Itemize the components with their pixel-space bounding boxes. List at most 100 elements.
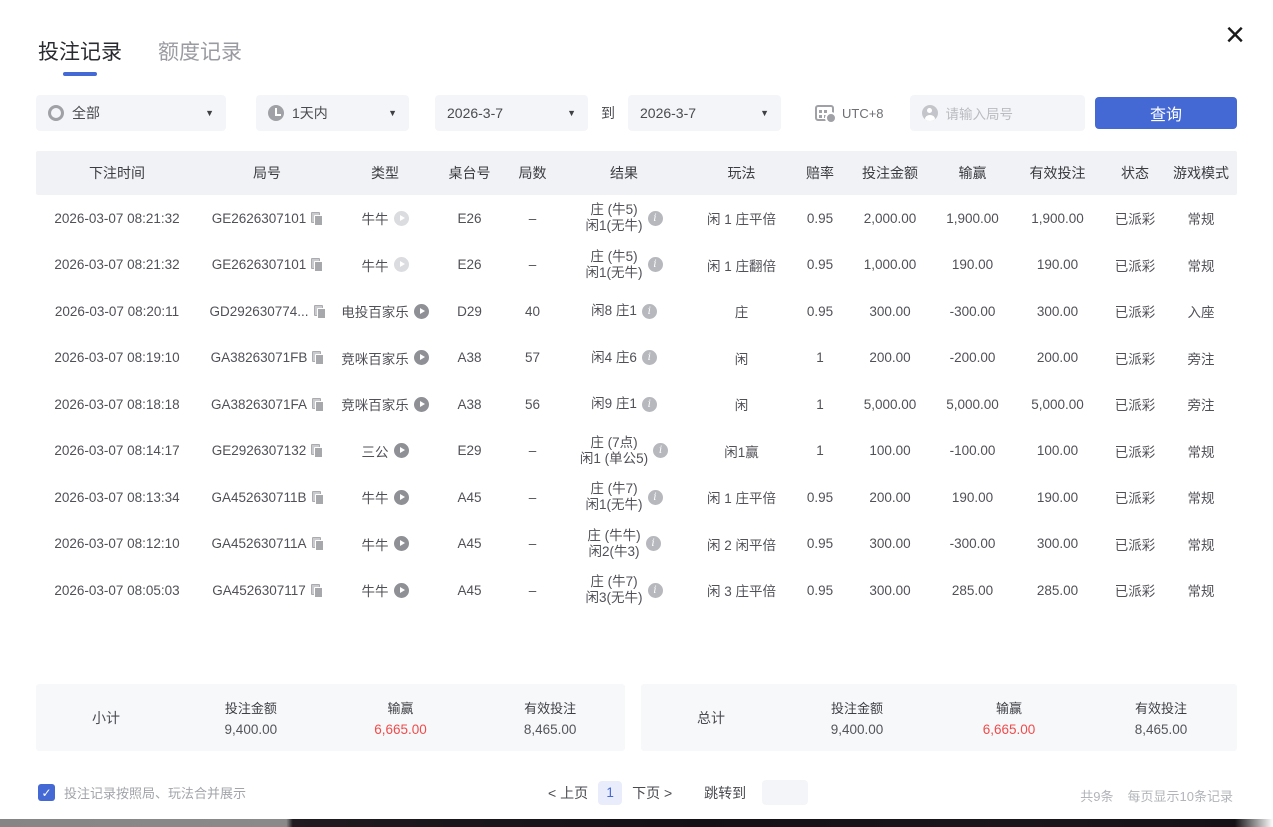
date-to-picker[interactable]: 2026-3-7 ▼ (628, 95, 781, 131)
copy-icon[interactable] (311, 444, 322, 457)
summary-item: 输赢6,665.00 (933, 698, 1085, 737)
prev-page-button[interactable]: < 上页 (548, 783, 588, 803)
info-icon[interactable]: i (646, 536, 661, 551)
summary-item: 输赢 6,665.00 (326, 698, 476, 737)
bet-amount: 300.00 (845, 288, 935, 335)
round-id-cell: GA452630711A (198, 521, 336, 568)
table-number: D29 (434, 288, 505, 335)
play-video-icon[interactable] (394, 536, 409, 551)
round-id-cell: GA38263071FB (198, 335, 336, 382)
info-icon[interactable]: i (648, 490, 663, 505)
game-type-cell: 牛牛 (336, 474, 434, 521)
result-cell: 庄 (牛7)闲3(无牛)i (560, 567, 688, 614)
betting-records-modal: 投注记录 额度记录 × 全部 ▼ 1天内 ▼ 2026-3-7 ▼ 到 2026… (0, 0, 1273, 827)
info-icon[interactable]: i (642, 397, 657, 412)
column-header: 状态 (1105, 151, 1165, 195)
result-line: 闲1 (单公5) (580, 451, 648, 467)
bet-amount: 300.00 (845, 567, 935, 614)
column-header: 局号 (198, 151, 336, 195)
game-type: 牛牛 (362, 534, 389, 554)
copy-icon[interactable] (312, 351, 323, 364)
result-cell: 庄 (7点)闲1 (单公5)i (560, 428, 688, 475)
background-page-edge (0, 819, 1273, 827)
copy-icon[interactable] (311, 258, 322, 271)
result-cell: 庄 (牛牛)闲2(牛3)i (560, 521, 688, 568)
date-to-label: 到 (601, 103, 615, 123)
copy-icon[interactable] (314, 305, 325, 318)
time-range-value: 1天内 (292, 103, 328, 123)
column-header: 结果 (560, 151, 688, 195)
next-page-button[interactable]: 下页 > (632, 783, 672, 803)
result-line: 闲2(牛3) (587, 544, 640, 560)
copy-icon[interactable] (312, 491, 323, 504)
game-mode: 常规 (1165, 474, 1237, 521)
play-video-icon[interactable] (394, 211, 409, 226)
column-header: 赔率 (795, 151, 845, 195)
play-video-icon[interactable] (394, 257, 409, 272)
round-id: GE2926307132 (212, 443, 307, 458)
play-video-icon[interactable] (394, 490, 409, 505)
merge-checkbox[interactable]: ✓ (38, 784, 55, 801)
time-range-select[interactable]: 1天内 ▼ (256, 95, 409, 131)
result-text: 庄 (牛5)闲1(无牛) (586, 249, 643, 281)
result-text: 庄 (牛5)闲1(无牛) (586, 202, 643, 234)
info-icon[interactable]: i (648, 583, 663, 598)
date-from-picker[interactable]: 2026-3-7 ▼ (435, 95, 588, 131)
info-icon[interactable]: i (642, 350, 657, 365)
play-video-icon[interactable] (414, 397, 429, 412)
column-header: 类型 (336, 151, 434, 195)
valid-bet: 5,000.00 (1010, 381, 1105, 428)
tab-quota-records[interactable]: 额度记录 (158, 36, 242, 76)
total-items: 投注金额9,400.00输赢6,665.00有效投注8,465.00 (781, 698, 1237, 737)
info-icon[interactable]: i (648, 211, 663, 226)
valid-bet: 190.00 (1010, 474, 1105, 521)
table-number: A45 (434, 474, 505, 521)
summary-item-value: 6,665.00 (933, 722, 1085, 737)
game-mode: 常规 (1165, 567, 1237, 614)
timezone-display[interactable]: UTC+8 (815, 105, 884, 121)
summary-item-value: 6,665.00 (326, 722, 476, 737)
date-to-value: 2026-3-7 (640, 105, 696, 121)
info-icon[interactable]: i (642, 304, 657, 319)
round-id-cell: GE2926307132 (198, 428, 336, 475)
round-search-input[interactable]: 请输入局号 (910, 95, 1085, 131)
copy-icon[interactable] (311, 212, 322, 225)
win-loss: 1,900.00 (935, 195, 1010, 242)
result-cell: 庄 (牛7)闲1(无牛)i (560, 474, 688, 521)
round-id-cell: GA4526307117 (198, 567, 336, 614)
copy-icon[interactable] (311, 584, 322, 597)
game-type-select[interactable]: 全部 ▼ (36, 95, 226, 131)
close-icon[interactable]: × (1225, 18, 1245, 52)
jump-to-input[interactable] (762, 780, 808, 805)
tab-bar: 投注记录 额度记录 (38, 36, 242, 76)
game-type: 三公 (362, 441, 389, 461)
odds: 0.95 (795, 474, 845, 521)
valid-bet: 190.00 (1010, 242, 1105, 289)
odds: 0.95 (795, 195, 845, 242)
query-button[interactable]: 查询 (1095, 97, 1237, 129)
person-icon (922, 105, 938, 121)
chevron-down-icon: ▼ (750, 108, 769, 118)
play-type: 闲 1 庄平倍 (688, 474, 795, 521)
round-count: 56 (505, 381, 560, 428)
play-video-icon[interactable] (414, 350, 429, 365)
status-text: 已派彩 (1105, 335, 1165, 382)
timezone-value: UTC+8 (842, 106, 884, 121)
play-video-icon[interactable] (394, 443, 409, 458)
copy-icon[interactable] (312, 537, 323, 550)
copy-icon[interactable] (312, 398, 323, 411)
tab-bet-records[interactable]: 投注记录 (38, 36, 122, 76)
round-id-cell: GA38263071FA (198, 381, 336, 428)
result-line: 闲8 庄1 (591, 303, 637, 319)
summary-item: 投注金额9,400.00 (781, 698, 933, 737)
status-text: 已派彩 (1105, 242, 1165, 289)
round-id-cell: GE2626307101 (198, 242, 336, 289)
summary-item-value: 9,400.00 (176, 722, 326, 737)
summary-item-label: 输赢 (326, 698, 476, 717)
info-icon[interactable]: i (648, 257, 663, 272)
game-type-cell: 牛牛 (336, 195, 434, 242)
play-video-icon[interactable] (414, 304, 429, 319)
play-video-icon[interactable] (394, 583, 409, 598)
info-icon[interactable]: i (653, 443, 668, 458)
page-number[interactable]: 1 (598, 781, 622, 805)
